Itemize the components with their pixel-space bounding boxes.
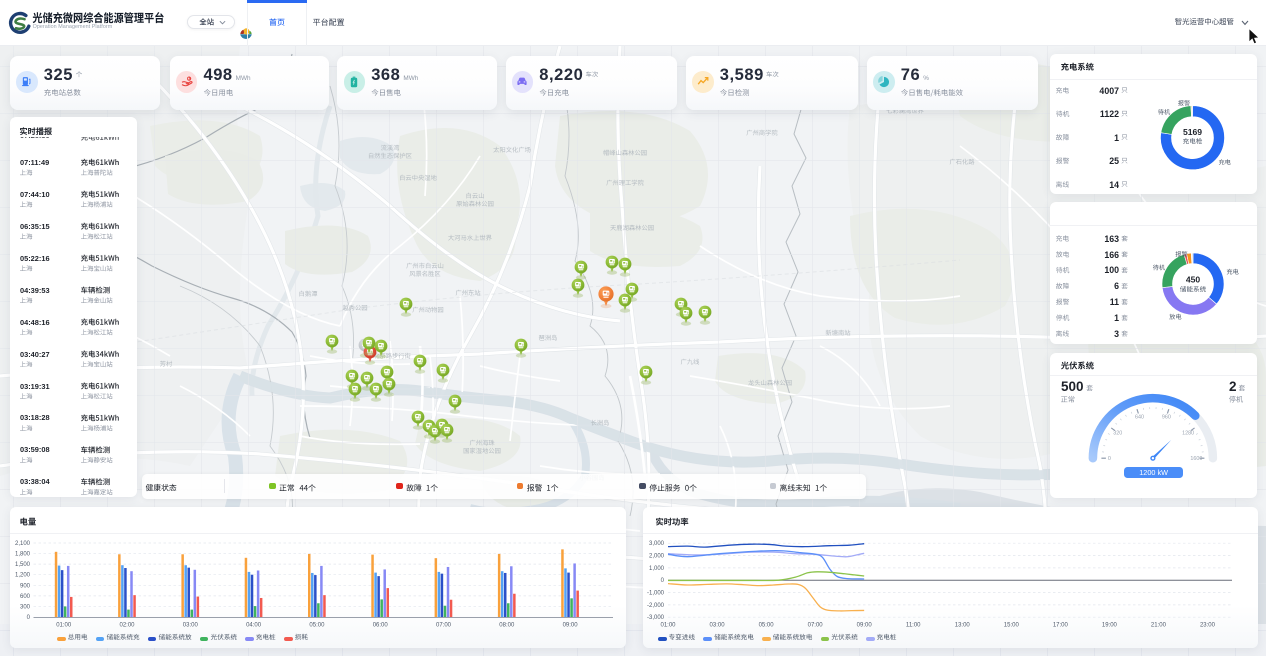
svg-text:1280: 1280 (1182, 430, 1194, 436)
svg-text:19:00: 19:00 (1102, 623, 1118, 629)
svg-text:320: 320 (1113, 430, 1122, 436)
svg-text:15:00: 15:00 (1004, 623, 1020, 629)
svg-text:900: 900 (20, 583, 31, 589)
svg-text:06:00: 06:00 (373, 623, 389, 629)
svg-text:0: 0 (27, 615, 31, 621)
svg-text:03:00: 03:00 (710, 623, 726, 629)
svg-text:01:00: 01:00 (56, 623, 72, 629)
svg-text:04:00: 04:00 (246, 623, 262, 629)
svg-text:1,000: 1,000 (649, 566, 665, 572)
svg-text:1,500: 1,500 (15, 562, 31, 568)
svg-text:0: 0 (661, 578, 665, 584)
svg-text:08:00: 08:00 (499, 623, 515, 629)
svg-text:09:00: 09:00 (857, 623, 873, 629)
svg-text:3,000: 3,000 (649, 541, 665, 547)
svg-text:23:00: 23:00 (1200, 623, 1216, 629)
svg-text:1,200: 1,200 (15, 573, 31, 579)
svg-text:01:00: 01:00 (660, 623, 676, 629)
svg-text:300: 300 (20, 604, 31, 610)
svg-text:17:00: 17:00 (1053, 623, 1069, 629)
svg-text:0: 0 (1108, 456, 1111, 462)
svg-text:13:00: 13:00 (955, 623, 971, 629)
svg-text:450: 450 (1186, 275, 1201, 285)
svg-text:600: 600 (20, 594, 31, 600)
svg-text:2,100: 2,100 (15, 541, 31, 547)
svg-text:09:00: 09:00 (563, 623, 579, 629)
svg-text:07:00: 07:00 (808, 623, 824, 629)
svg-text:05:00: 05:00 (759, 623, 775, 629)
svg-text:1600: 1600 (1190, 456, 1202, 462)
svg-text:21:00: 21:00 (1151, 623, 1167, 629)
svg-text:1,800: 1,800 (15, 552, 31, 558)
svg-text:02:00: 02:00 (119, 623, 135, 629)
svg-text:-2,000: -2,000 (647, 603, 665, 609)
svg-text:03:00: 03:00 (183, 623, 199, 629)
svg-text:640: 640 (1135, 415, 1144, 421)
svg-text:960: 960 (1162, 415, 1171, 421)
svg-text:-3,000: -3,000 (647, 615, 665, 621)
svg-text:11:00: 11:00 (906, 623, 921, 629)
svg-text:05:00: 05:00 (309, 623, 325, 629)
svg-text:5169: 5169 (1183, 127, 1202, 137)
svg-text:07:00: 07:00 (436, 623, 452, 629)
svg-text:2,000: 2,000 (649, 554, 665, 560)
svg-text:-1,000: -1,000 (647, 591, 665, 597)
